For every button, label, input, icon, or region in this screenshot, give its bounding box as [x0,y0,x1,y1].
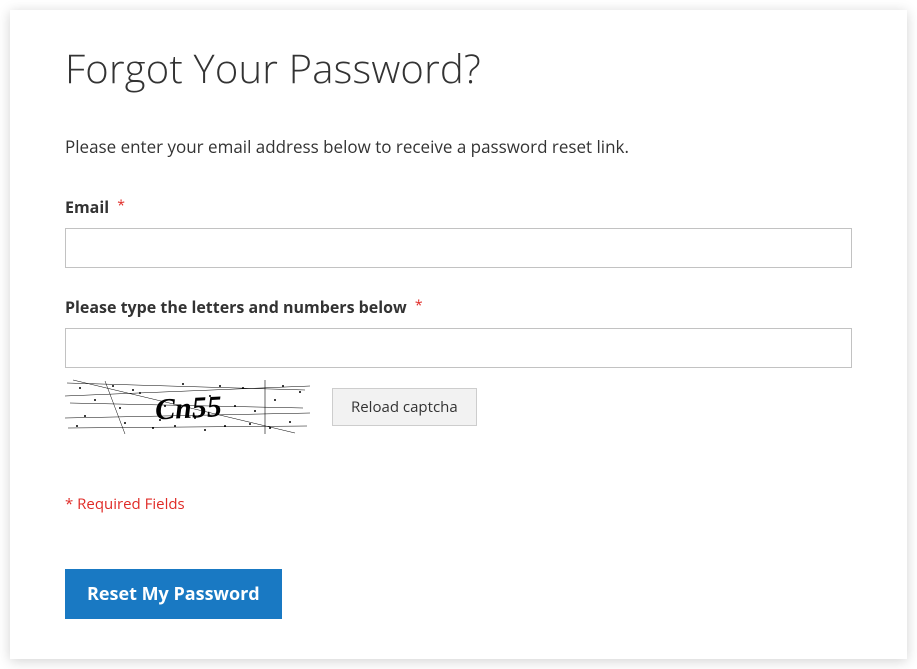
reload-captcha-button[interactable]: Reload captcha [332,388,477,426]
svg-text:Cn55: Cn55 [154,390,222,426]
email-label-text: Email [65,196,109,218]
captcha-field-group: Please type the letters and numbers belo… [65,296,852,436]
required-fields-note: * Required Fields [65,494,852,514]
email-label: Email * [65,196,125,218]
captcha-image: Cn55 [65,378,310,436]
captcha-row: Cn55 Reload captcha [65,378,852,436]
required-asterisk-icon: * [415,296,423,315]
captcha-input[interactable] [65,328,852,368]
forgot-password-card: Forgot Your Password? Please enter your … [10,10,907,659]
email-field-group: Email * [65,196,852,268]
instruction-text: Please enter your email address below to… [65,135,852,158]
captcha-label: Please type the letters and numbers belo… [65,296,423,318]
required-asterisk-icon: * [117,196,125,215]
captcha-label-text: Please type the letters and numbers belo… [65,296,407,318]
page-title: Forgot Your Password? [65,40,852,95]
reset-password-button[interactable]: Reset My Password [65,569,282,619]
email-input[interactable] [65,228,852,268]
